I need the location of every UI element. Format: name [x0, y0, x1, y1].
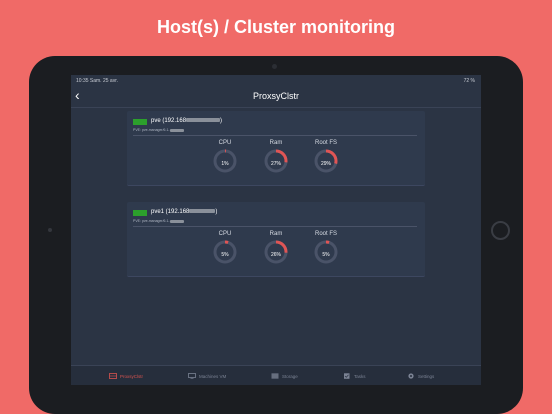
tab-label: Settings [418, 373, 435, 379]
metric-cpu: CPU 1% [205, 140, 245, 174]
cluster-icon [109, 373, 117, 379]
tab-label: ProxsyClstr [120, 373, 144, 379]
metric-label: Root FS [314, 231, 337, 237]
tab-machines-vm[interactable]: Machines VM [188, 371, 226, 381]
host-status-indicator [133, 119, 147, 125]
metric-rootfs: Root FS 29% [306, 140, 346, 174]
card-divider [133, 226, 417, 227]
tasks-icon [344, 373, 350, 379]
status-bar: 10:35 Sam. 25 avr. 72 % [71, 75, 481, 85]
tab-bar: ProxsyClstr Machines VM Storage Tasks Se… [71, 365, 481, 385]
metric-value: 29% [320, 161, 331, 167]
host-version: PVE: pve-manager/6.1- [133, 219, 184, 223]
metric-value: 26% [270, 252, 281, 258]
tab-tasks[interactable]: Tasks [343, 371, 366, 381]
monitor-icon [188, 373, 196, 379]
metric-value: 5% [322, 252, 330, 258]
side-camera [48, 228, 52, 232]
metric-rootfs: Root FS 5% [306, 231, 346, 265]
tablet-frame: 10:35 Sam. 25 avr. 72 % ‹ ProxsyClstr pv… [29, 56, 523, 414]
storage-icon [271, 373, 279, 379]
metric-value: 5% [221, 252, 229, 258]
metric-label: CPU [218, 231, 232, 237]
home-button[interactable] [491, 221, 510, 240]
metric-label: Ram [269, 231, 283, 237]
app-screen: 10:35 Sam. 25 avr. 72 % ‹ ProxsyClstr pv… [71, 75, 481, 385]
host-version: PVE: pve-manager/6.1- [133, 128, 184, 132]
metric-ram: Ram 27% [256, 140, 296, 174]
tab-label: Storage [282, 373, 298, 379]
host-card[interactable]: pve1 (192.168) PVE: pve-manager/6.1- CPU… [127, 202, 425, 277]
metric-label: Root FS [314, 140, 337, 146]
metric-value: 1% [221, 161, 229, 167]
metric-value: 27% [270, 161, 281, 167]
host-card[interactable]: pve (192.168) PVE: pve-manager/6.1- CPU … [127, 111, 425, 186]
gear-icon [408, 373, 414, 379]
host-status-indicator [133, 210, 147, 216]
metric-label: CPU [218, 140, 232, 146]
page-headline: Host(s) / Cluster monitoring [157, 17, 395, 37]
metric-label: Ram [269, 140, 283, 146]
nav-title: ProxsyClstr [252, 91, 299, 101]
tab-label: Machines VM [199, 373, 227, 379]
navigation-bar: ‹ ProxsyClstr [71, 85, 481, 108]
tab-proxsyclstr[interactable]: ProxsyClstr [109, 371, 143, 381]
tab-label: Tasks [354, 373, 366, 379]
battery-level: 72 % [463, 78, 475, 84]
tab-storage[interactable]: Storage [271, 371, 298, 381]
host-name: pve (192.168) [151, 118, 223, 124]
metric-cpu: CPU 5% [205, 231, 245, 265]
status-time: 10:35 Sam. 25 avr. [76, 78, 118, 84]
tab-settings[interactable]: Settings [407, 371, 434, 381]
metric-ram: Ram 26% [256, 231, 296, 265]
front-camera [272, 64, 277, 69]
host-name: pve1 (192.168) [151, 209, 218, 215]
card-divider [133, 135, 417, 136]
